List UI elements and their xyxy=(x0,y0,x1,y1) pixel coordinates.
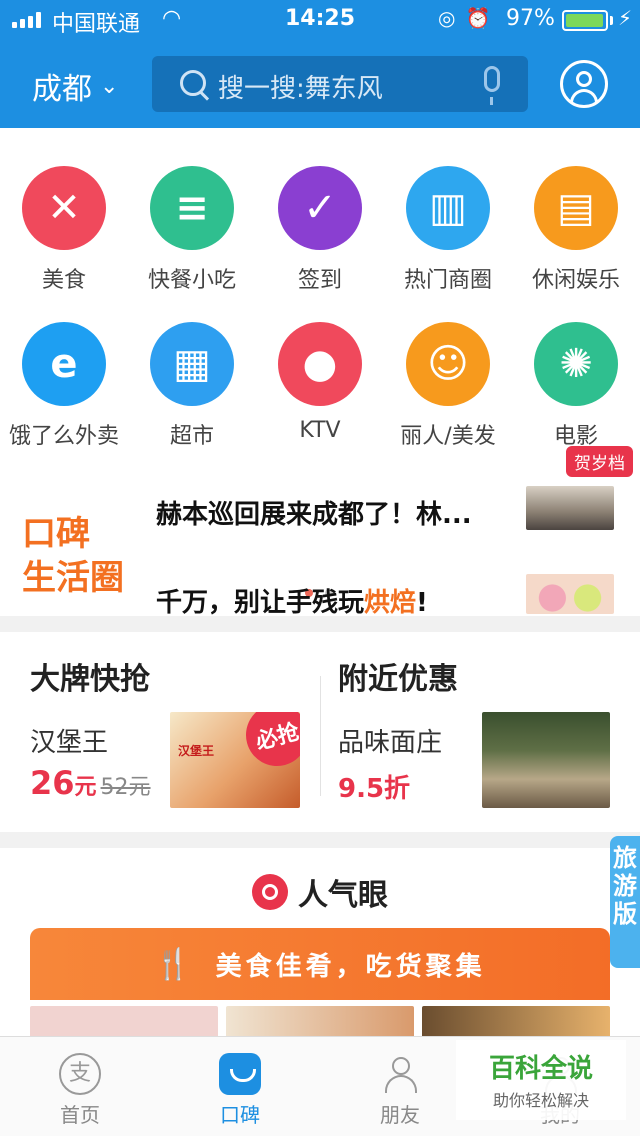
deals-section: 大牌快抢 汉堡王 26元 52元 汉堡王 必抢 附近优惠 品味面庄 9.5折 xyxy=(0,632,640,832)
battery-icon xyxy=(562,10,608,31)
category-label: 饿了么外卖 xyxy=(8,424,119,449)
news-thumb-1[interactable] xyxy=(526,486,614,530)
nearby-deals-title[interactable]: 附近优惠 xyxy=(338,654,458,698)
eye-icon xyxy=(252,874,288,910)
category-label: 丽人/美发 xyxy=(400,424,496,449)
category-9[interactable]: ✺ 电影 xyxy=(512,322,640,450)
chevron-down-icon: ⌄ xyxy=(100,73,119,99)
watermark: 百科全说 助你轻松解决 xyxy=(456,1040,626,1120)
category-3[interactable]: ▥ 热门商圈 xyxy=(384,166,512,294)
basket-icon: ▦ xyxy=(150,322,234,406)
popular-section: 人气眼 🍴 美食佳肴，吃货聚集 xyxy=(0,848,640,1048)
rotation-lock-icon: ◎⏰ xyxy=(438,6,501,30)
fork-knife-icon: ✕ xyxy=(22,166,106,250)
category-7[interactable]: ● KTV xyxy=(256,322,384,443)
category-label: 美食 xyxy=(41,268,86,293)
category-label: 超市 xyxy=(169,424,214,449)
category-label: 快餐小吃 xyxy=(147,268,236,293)
category-1[interactable]: ≡ 快餐小吃 xyxy=(128,166,256,294)
buildings-icon: ▥ xyxy=(406,166,490,250)
alipay-icon: 支 xyxy=(59,1053,101,1095)
travel-edition-tab[interactable]: 旅游版 xyxy=(610,836,640,968)
new-year-movie-badge: 贺岁档 xyxy=(566,446,633,477)
charging-icon: ⚡ xyxy=(618,6,633,30)
category-label: KTV xyxy=(299,418,341,443)
category-label: 签到 xyxy=(297,268,342,293)
microphone-icon[interactable] xyxy=(484,66,500,105)
koubei-icon xyxy=(219,1053,261,1095)
eleme-icon: e xyxy=(22,322,106,406)
city-label: 成都 xyxy=(32,72,92,107)
news-item-2[interactable]: 千万，别让手残玩烘焙! xyxy=(156,582,506,619)
tab-koubei[interactable]: 口碑 xyxy=(160,1037,320,1136)
gameboy-icon: ▤ xyxy=(534,166,618,250)
woman-icon: ☺ xyxy=(406,322,490,406)
microphone-icon: ● xyxy=(278,322,362,406)
check-icon: ✓ xyxy=(278,166,362,250)
category-5[interactable]: e 饿了么外卖 xyxy=(0,322,128,450)
category-8[interactable]: ☺ 丽人/美发 xyxy=(384,322,512,450)
film-reel-icon: ✺ xyxy=(534,322,618,406)
user-profile-icon[interactable] xyxy=(560,60,608,108)
news-item-1[interactable]: 赫本巡回展来成都了！林... xyxy=(156,494,506,531)
category-4[interactable]: ▤ 休闲娱乐 xyxy=(512,166,640,294)
flash-sale-title[interactable]: 大牌快抢 xyxy=(30,654,150,698)
flash-sale-image[interactable]: 汉堡王 必抢 xyxy=(170,712,300,808)
nearby-deal-image[interactable] xyxy=(482,712,610,808)
status-bar: 中国联通 ◠ 14:25 ◎⏰ 97% ⚡ xyxy=(0,0,640,40)
city-selector[interactable]: 成都 ⌄ xyxy=(32,64,118,108)
must-grab-stamp: 必抢 xyxy=(239,712,300,773)
category-6[interactable]: ▦ 超市 xyxy=(128,322,256,450)
burger-icon: ≡ xyxy=(150,166,234,250)
search-box[interactable]: 搜一搜:舞东风 xyxy=(152,56,528,112)
category-label: 热门商圈 xyxy=(403,268,492,293)
battery-percent: 97% xyxy=(506,6,555,31)
koubei-logo[interactable]: 口碑 生活圈 xyxy=(22,512,134,600)
flash-sale-price[interactable]: 26元 52元 xyxy=(30,764,151,802)
food-banner[interactable]: 🍴 美食佳肴，吃货聚集 xyxy=(30,928,610,1000)
top-bar: 中国联通 ◠ 14:25 ◎⏰ 97% ⚡ 成都 ⌄ 搜一搜:舞东风 xyxy=(0,0,640,128)
flash-sale-name[interactable]: 汉堡王 xyxy=(30,722,108,759)
search-placeholder: 搜一搜:舞东风 xyxy=(218,74,383,104)
nearby-deal-name[interactable]: 品味面庄 xyxy=(338,722,442,759)
category-0[interactable]: ✕ 美食 xyxy=(0,166,128,294)
friends-icon xyxy=(379,1053,421,1095)
fork-knife-icon: 🍴 xyxy=(154,946,196,982)
category-label: 休闲娱乐 xyxy=(531,268,620,293)
news-thumb-2[interactable] xyxy=(526,574,614,614)
category-2[interactable]: ✓ 签到 xyxy=(256,166,384,294)
tab-home[interactable]: 支 首页 xyxy=(0,1037,160,1136)
popular-title: 人气眼 xyxy=(298,878,388,913)
search-icon xyxy=(180,70,206,96)
nearby-deal-discount[interactable]: 9.5折 xyxy=(338,768,410,805)
